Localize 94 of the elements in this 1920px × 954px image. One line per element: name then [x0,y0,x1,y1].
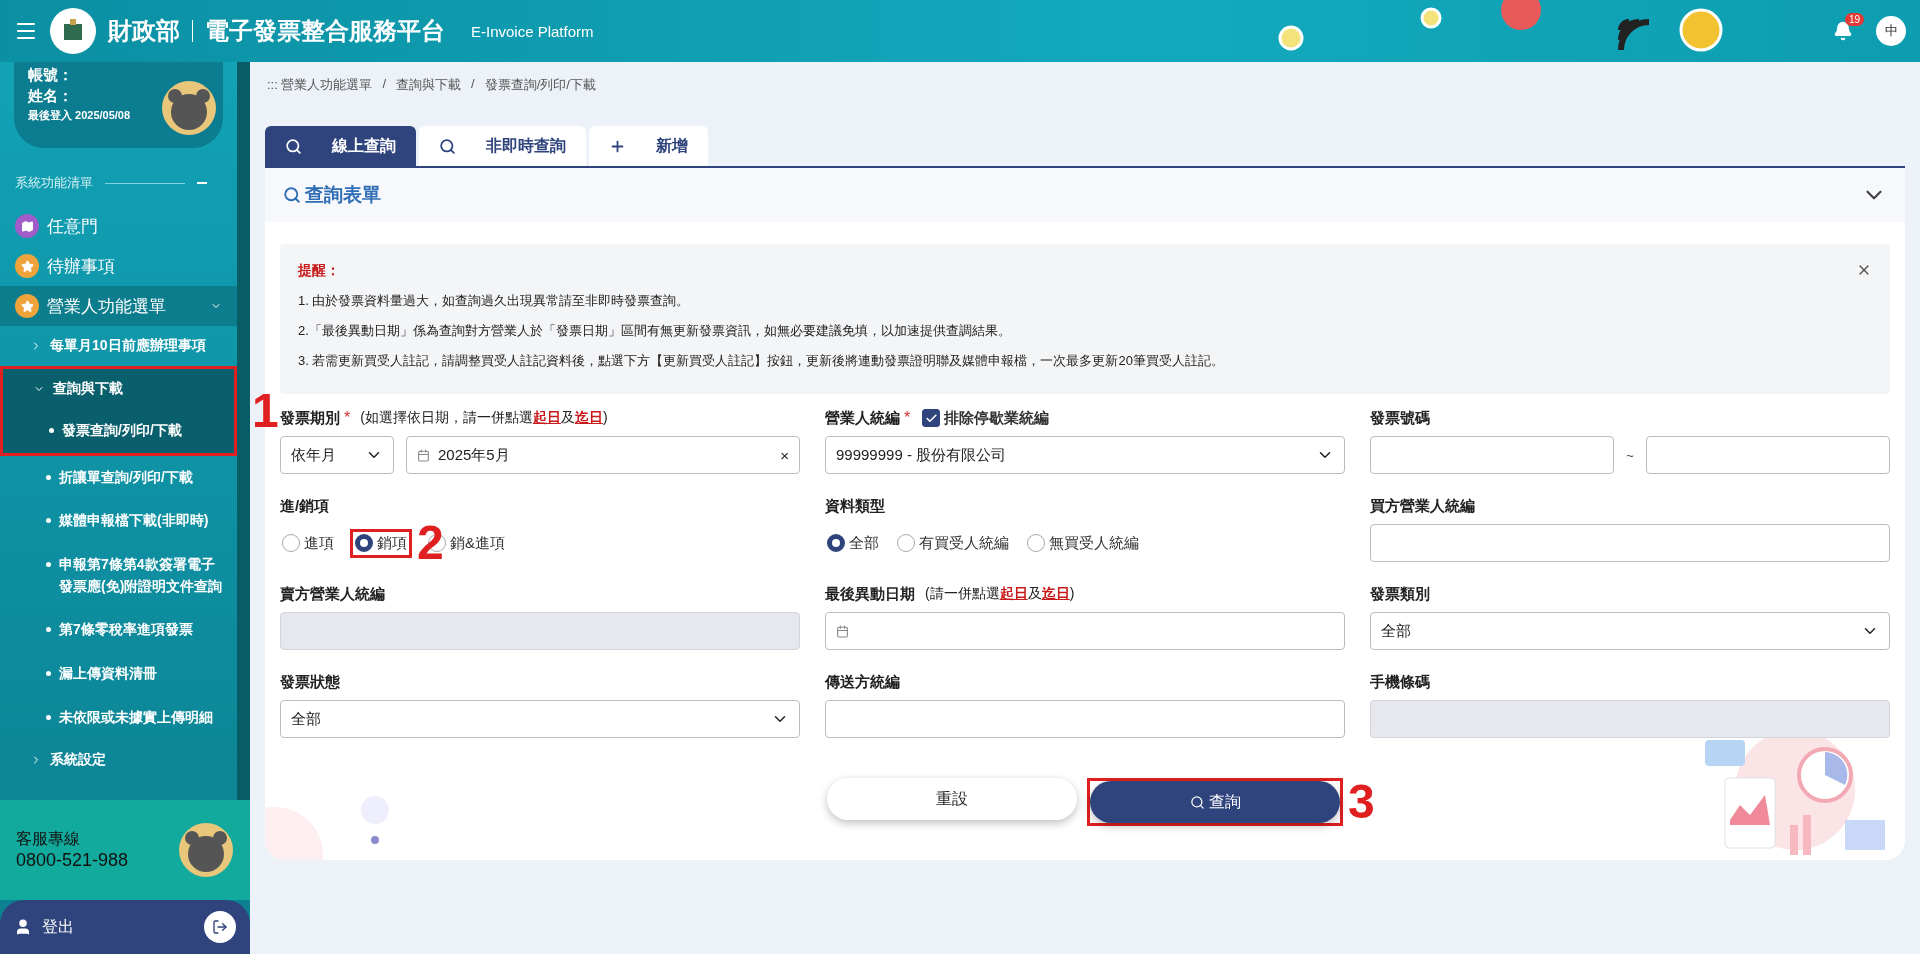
menu-group[interactable]: 查詢與下載 [3,369,234,409]
field-label: 發票號碼 [1370,408,1430,428]
calendar-icon [836,624,849,638]
tab[interactable]: 線上查詢 [265,126,416,166]
field-label: 資料類型 [825,496,885,516]
bullet-icon [46,562,51,568]
search-icon [1189,794,1205,810]
search-icon [439,137,456,155]
mascot-drawing [161,80,217,136]
input-field[interactable] [825,700,1345,738]
reset-button[interactable]: 重設 [827,778,1077,820]
scrollbar[interactable] [237,62,250,800]
notice-text: 1. 由於發票資料量過大，如查詢過久出現異常請至非即時發票查詢。 [298,292,691,310]
radio-option[interactable]: 全部 [825,531,881,555]
required-mark: * [904,409,911,427]
field-label: 發票類別 [1370,584,1430,604]
search-button[interactable]: 查詢 [1090,781,1340,823]
menu-subitem[interactable]: 折讓單查詢/列印/下載 [0,455,237,500]
bullet-icon [46,518,51,524]
name-label: 姓名： [28,87,74,106]
tab[interactable]: 非即時查詢 [419,126,586,166]
select-field[interactable]: 99999999 - 股份有限公司 [825,436,1345,474]
platform-title: 電子發票整合服務平台 [205,16,445,46]
radio-option[interactable]: 無買受人統編 [1025,531,1141,555]
account-label: 帳號： [28,66,74,85]
logout-icon[interactable] [204,911,236,943]
bullet-icon [46,714,51,720]
field-label: 進/銷項 [280,496,330,516]
select-field[interactable]: 全部 [1370,612,1890,650]
period-select[interactable]: 依年月 [280,436,394,474]
bullet-icon [46,671,51,677]
panel-title: 查詢表單 [305,183,381,207]
field-label: 賣方營業人統編 [280,584,385,604]
notice-text: 3. 若需更新買受人註記，請調整買受人註記資料後，點選下方【更新買受人註記】按鈕，更新後將連動發票證明聯及媒體申報檔，一次最多更新20筆買受人註記。 [298,352,1224,370]
bullet-icon [49,428,54,433]
annotation-number: 3 [1348,778,1375,826]
select-field[interactable]: 全部 [280,700,800,738]
menu-subitem[interactable]: 未依限或未據實上傳明細 [0,695,237,740]
breadcrumb-separator: / [382,76,387,93]
search-icon [285,137,302,155]
mascot-avatar [178,822,234,878]
menu-heading: 系統功能清單 [15,174,93,192]
notification-icon[interactable] [1832,21,1853,41]
annotation-number: 1 [252,386,279,435]
menu-subitem[interactable]: 媒體申報檔下載(非即時) [0,499,237,544]
required-mark: * [344,409,351,427]
radio-option[interactable]: 有買受人統編 [895,531,1011,555]
bullet-icon [46,474,51,480]
tab[interactable]: 新增 [589,126,708,166]
field-label: 營業人統編 [825,408,900,428]
breadcrumb-separator: / [471,76,475,93]
exclude-checkbox[interactable]: 排除停歇業統編 [920,406,1052,430]
last-login-text: 最後登入 2025/05/08 [28,108,131,123]
clear-button[interactable]: × [780,446,789,464]
field-label: 發票期別 [280,408,340,428]
field-label: 最後異動日期 [825,584,915,604]
input-field[interactable] [1645,436,1890,474]
notice-text: 2.「最後異動日期」係為查詢對方營業人於「發票日期」區間有無更新發票資訊，如無必要建議免填，以加速提供查調結果。 [298,322,1012,340]
language-button[interactable]: 中 [1876,16,1906,46]
platform-subtitle: E-Invoice Platform [471,22,594,40]
breadcrumb-link[interactable]: 發票查詢/列印/下載 [484,76,596,94]
menu-group[interactable]: 系統設定 [0,739,237,780]
ministry-name: 財政部 [108,16,180,46]
logout-button[interactable]: 登出 [0,900,250,954]
breadcrumb-link[interactable]: 查詢與下載 [396,76,462,94]
calendar-icon [417,448,430,462]
search-icon [283,186,301,204]
check-icon [924,411,938,425]
field-hint: (如選擇依日期，請一併點選起日及迄日) [360,409,608,427]
date-field[interactable]: 2025年5月 × [406,436,800,474]
field-label: 買方營業人統編 [1370,496,1475,516]
radio-option[interactable]: 銷項 [353,531,409,555]
support-phone: 0800-521-988 [16,850,129,871]
menu-subitem[interactable]: 申報第7條第4款簽署電子發票應(免)附證明文件查詢 [0,543,237,609]
radio-option[interactable]: 進項 [280,531,336,555]
input-field[interactable] [1370,436,1615,474]
logo-icon [50,8,96,54]
breadcrumb-link[interactable]: ::: 營業人功能選單 [267,76,373,94]
bullet-icon [46,627,51,633]
menu-subitem[interactable]: 第7條零稅率進項發票 [0,608,237,653]
user-icon [14,918,32,936]
support-label: 客服專線 [16,829,81,849]
annotation-number: 2 [417,519,444,567]
field-label: 傳送方統編 [825,672,900,692]
menu-item[interactable]: 營業人功能選單 [0,286,237,326]
date-field[interactable] [825,612,1345,650]
field-label: 發票狀態 [280,672,340,692]
notification-badge: 19 [1844,13,1864,26]
field-hint: (請一併點選起日及迄日) [925,585,1075,603]
field-label: 手機條碼 [1370,672,1430,692]
menu-subitem[interactable]: 漏上傳資料清冊 [0,652,237,696]
range-separator: ~ [1626,447,1634,463]
notice-title: 提醒： [298,262,341,280]
input-field[interactable] [1370,524,1890,562]
